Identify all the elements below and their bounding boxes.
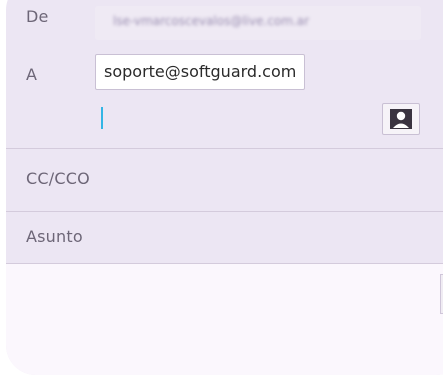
to-input-row[interactable] bbox=[6, 100, 443, 148]
recipient-chip[interactable]: soporte@softguard.com bbox=[95, 54, 306, 90]
text-caret bbox=[101, 107, 103, 129]
cc-bcc-label: CC/CCO bbox=[26, 169, 90, 188]
to-label: A bbox=[26, 65, 38, 84]
from-row: De lse-vmarcoscevalos@live.com.ar bbox=[6, 0, 443, 52]
cc-bcc-row[interactable]: CC/CCO bbox=[6, 148, 443, 212]
from-account-value: lse-vmarcoscevalos@live.com.ar bbox=[113, 14, 310, 28]
compose-card: De lse-vmarcoscevalos@live.com.ar A sopo… bbox=[6, 0, 443, 375]
email-compose-screen: De lse-vmarcoscevalos@live.com.ar A sopo… bbox=[0, 0, 443, 383]
add-contact-button[interactable] bbox=[382, 103, 420, 135]
message-body-area[interactable] bbox=[6, 263, 443, 375]
subject-row[interactable]: Asunto bbox=[6, 211, 443, 264]
subject-label: Asunto bbox=[26, 227, 83, 246]
from-account-field[interactable]: lse-vmarcoscevalos@live.com.ar bbox=[95, 6, 421, 40]
person-contact-icon bbox=[390, 109, 412, 129]
to-row: A soporte@softguard.com bbox=[6, 52, 443, 100]
from-label: De bbox=[26, 7, 49, 26]
